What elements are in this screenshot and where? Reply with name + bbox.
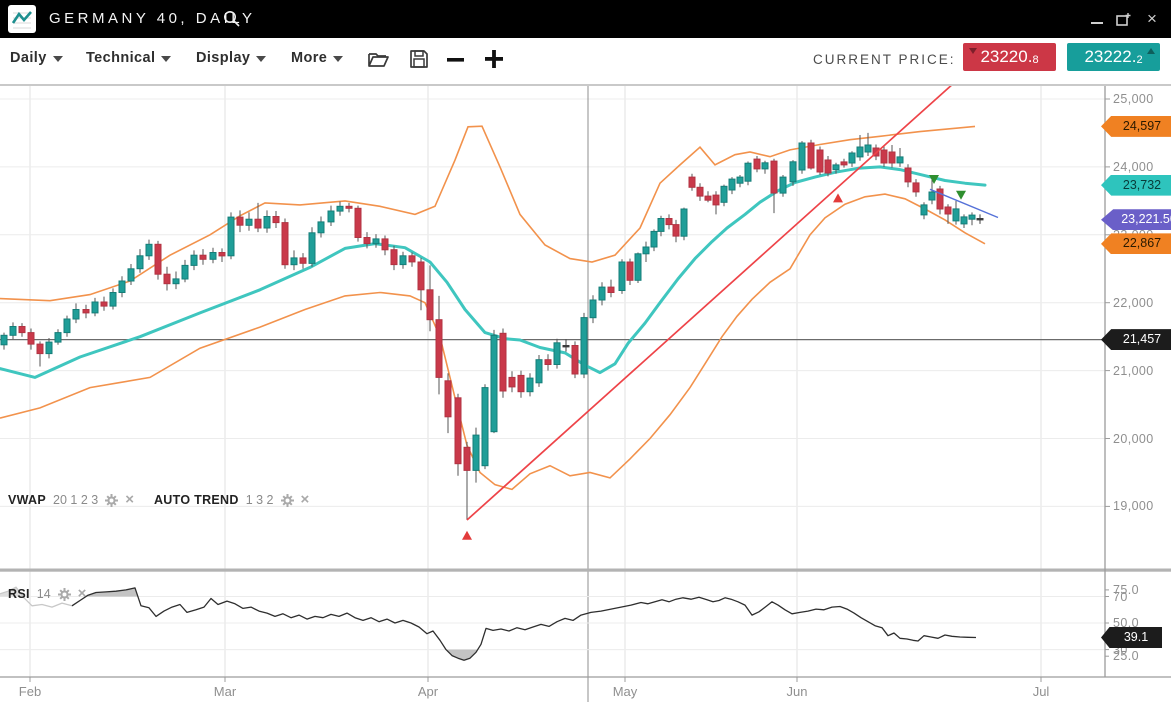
- gear-icon: [58, 588, 71, 601]
- zoom-out-icon[interactable]: [445, 50, 467, 70]
- open-folder-icon[interactable]: [366, 47, 390, 71]
- sell-price-int: 23220.: [980, 47, 1032, 67]
- rsi-settings-button[interactable]: [58, 588, 71, 601]
- auto-trend-label: AUTO TREND: [154, 493, 239, 507]
- save-icon[interactable]: [407, 47, 431, 71]
- title-bar: GERMANY 40, DAILY ×: [0, 0, 1171, 38]
- app-logo-icon: [8, 5, 36, 33]
- sell-price-dec: 8: [1032, 54, 1038, 66]
- minimize-button[interactable]: [1085, 0, 1109, 38]
- auto-trend-remove-button[interactable]: ×: [301, 494, 310, 506]
- legend-rsi: RSI 14 ×: [8, 587, 86, 601]
- menu-timeframe[interactable]: Daily: [10, 50, 63, 66]
- minimize-icon: [1091, 22, 1103, 24]
- rsi-label: RSI: [8, 587, 30, 601]
- gear-icon: [105, 494, 118, 507]
- chevron-down-icon: [256, 56, 266, 62]
- vwap-settings-button[interactable]: [105, 494, 118, 507]
- close-button[interactable]: ×: [1139, 0, 1165, 38]
- price-chart[interactable]: [0, 0, 1171, 707]
- vwap-remove-button[interactable]: ×: [125, 494, 134, 506]
- zoom-in-icon[interactable]: [483, 47, 505, 71]
- toolbar: Daily Technical Display More CURRENT PRI…: [0, 38, 1171, 86]
- menu-technical-label: Technical: [86, 50, 155, 66]
- chevron-down-icon: [333, 56, 343, 62]
- search-icon[interactable]: [222, 9, 242, 29]
- auto-trend-params: 1 3 2: [246, 493, 274, 507]
- vwap-label: VWAP: [8, 493, 46, 507]
- menu-more[interactable]: More: [291, 50, 343, 66]
- buy-price-int: 23222.: [1084, 47, 1136, 67]
- auto-trend-settings-button[interactable]: [281, 494, 294, 507]
- popout-icon: [1116, 12, 1132, 27]
- price-down-icon: [969, 48, 977, 54]
- gear-icon: [281, 494, 294, 507]
- rsi-remove-button[interactable]: ×: [78, 588, 87, 600]
- chevron-down-icon: [53, 56, 63, 62]
- legend-overlays: VWAP 20 1 2 3 × AUTO TREND 1 3 2 ×: [8, 493, 309, 507]
- price-up-icon: [1147, 48, 1155, 54]
- menu-timeframe-label: Daily: [10, 50, 47, 66]
- menu-display-label: Display: [196, 50, 250, 66]
- menu-more-label: More: [291, 50, 327, 66]
- popout-button[interactable]: [1111, 0, 1137, 38]
- sell-price-button[interactable]: 23220.8: [963, 43, 1056, 71]
- menu-display[interactable]: Display: [196, 50, 266, 66]
- menu-technical[interactable]: Technical: [86, 50, 171, 66]
- trading-app-window: { "titlebar": { "title": "GERMANY 40, DA…: [0, 0, 1171, 707]
- chevron-down-icon: [161, 56, 171, 62]
- buy-price-dec: 2: [1136, 54, 1142, 66]
- current-price-label: CURRENT PRICE:: [813, 52, 956, 67]
- vwap-params: 20 1 2 3: [53, 493, 98, 507]
- buy-price-button[interactable]: 23222.2: [1067, 43, 1160, 71]
- rsi-params: 14: [37, 587, 51, 601]
